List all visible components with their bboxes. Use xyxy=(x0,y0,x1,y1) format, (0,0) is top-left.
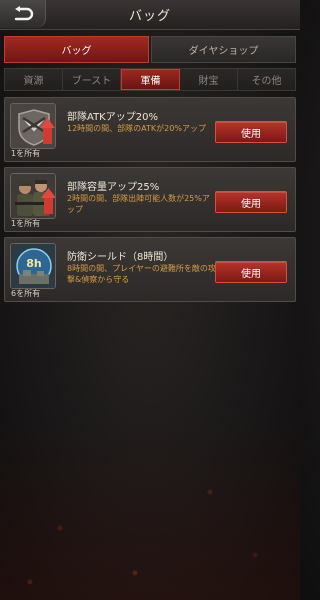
shield-duration-label: 8h xyxy=(26,257,42,270)
main-tabs: バッグ ダイヤショップ xyxy=(4,36,296,63)
shield-8h-icon: 8h xyxy=(10,243,56,289)
list-item: 1を所有 部隊容量アップ25% 2時間の間、部隊出陣可能人数が25%アップ 使用 xyxy=(4,167,296,232)
owned-count: 1を所有 xyxy=(11,149,41,158)
tab-other[interactable]: その他 xyxy=(238,69,295,90)
list-item: 8h 6を所有 防衛シールド（8時間） 8時間の間、プレイヤーの避難所を敵の攻撃… xyxy=(4,237,296,302)
background-embers xyxy=(0,420,300,600)
category-tabs: 資源 ブースト 軍備 財宝 その他 xyxy=(4,68,296,91)
item-description: 2時間の間、部隊出陣可能人数が25%アップ xyxy=(67,194,210,214)
item-list: 1を所有 部隊ATKアップ20% 12時間の間、部隊のATKが20%アップ 使用… xyxy=(4,97,296,307)
item-title: 部隊容量アップ25% xyxy=(67,182,160,193)
owned-count: 6を所有 xyxy=(11,289,41,298)
use-button[interactable]: 使用 xyxy=(215,261,287,283)
item-description: 8時間の間、プレイヤーの避難所を敵の攻撃&偵察から守る xyxy=(67,264,216,284)
tab-boost[interactable]: ブースト xyxy=(63,69,121,90)
header-bar: バッグ xyxy=(0,0,300,30)
owned-count: 1を所有 xyxy=(11,219,41,228)
tab-resources[interactable]: 資源 xyxy=(5,69,63,90)
page-title: バッグ xyxy=(128,9,171,24)
list-item: 1を所有 部隊ATKアップ20% 12時間の間、部隊のATKが20%アップ 使用 xyxy=(4,97,296,162)
atk-boost-icon xyxy=(10,103,56,149)
use-button[interactable]: 使用 xyxy=(215,121,287,143)
tab-treasure[interactable]: 財宝 xyxy=(180,69,238,90)
item-description: 12時間の間、部隊のATKが20%アップ xyxy=(67,124,206,133)
item-title: 防衛シールド（8時間） xyxy=(67,252,174,263)
tab-armament[interactable]: 軍備 xyxy=(121,69,180,90)
tab-diamond-shop[interactable]: ダイヤショップ xyxy=(151,36,296,63)
use-button[interactable]: 使用 xyxy=(215,191,287,213)
tab-bag[interactable]: バッグ xyxy=(4,36,149,63)
soldiers-icon xyxy=(10,173,56,219)
item-title: 部隊ATKアップ20% xyxy=(67,112,158,123)
